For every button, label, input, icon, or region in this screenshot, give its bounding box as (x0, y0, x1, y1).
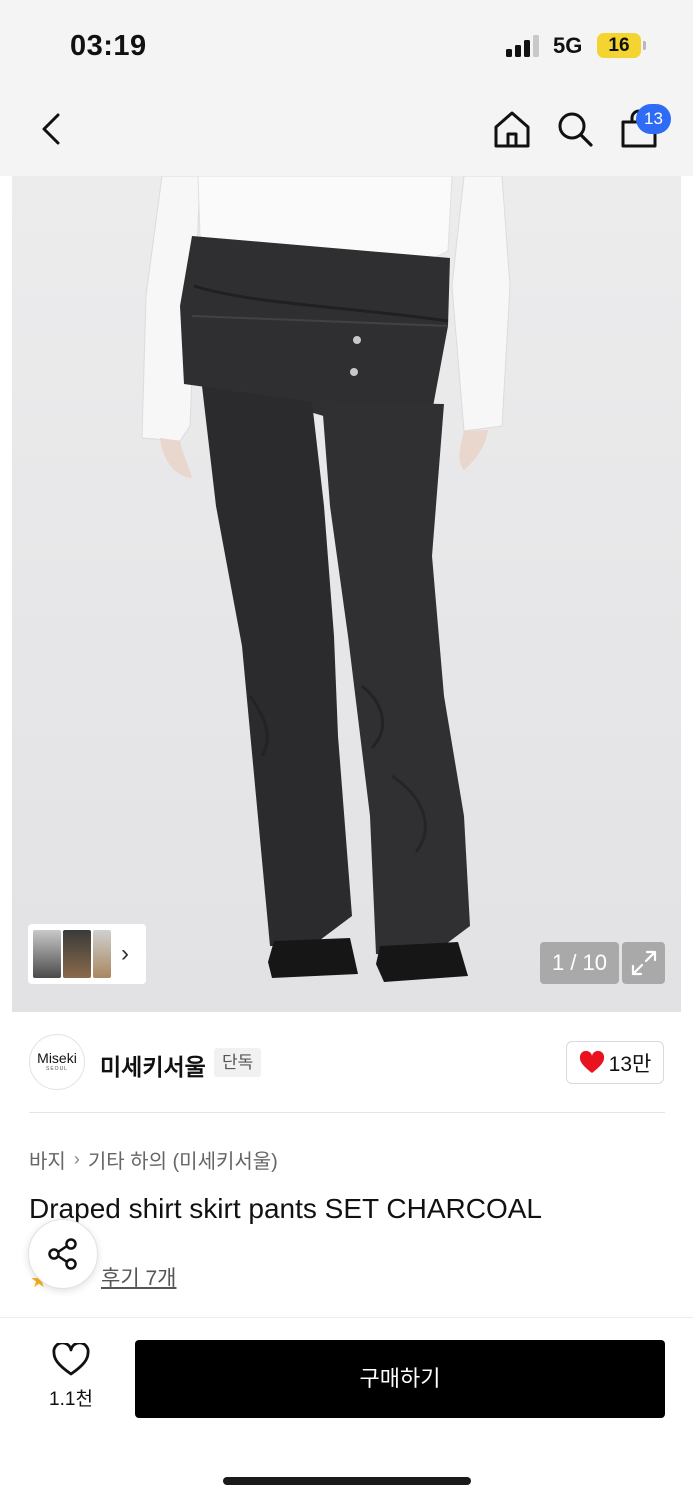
home-indicator[interactable] (223, 1477, 471, 1485)
thumbnail-image[interactable] (93, 930, 111, 978)
product-title: Draped shirt skirt pants SET CHARCOAL (29, 1193, 542, 1224)
search-icon (558, 112, 593, 147)
brand-logo-text: Miseki (37, 1050, 77, 1066)
brand-logo-subtext: SEOUL (46, 1066, 68, 1072)
brand-name[interactable]: 미세키서울 (100, 1048, 206, 1082)
search-button[interactable] (550, 104, 600, 154)
brand-like-button[interactable]: 13만 (566, 1041, 664, 1084)
top-nav (0, 92, 693, 176)
section-divider (29, 1112, 665, 1113)
share-button[interactable] (28, 1219, 98, 1289)
review-link[interactable]: 후기 7개 (101, 1262, 176, 1292)
chevron-left-icon (42, 113, 60, 145)
battery-icon: 16 (597, 33, 641, 58)
brand-row[interactable]: Miseki SEOUL 미세키서울 단독 13만 (0, 1012, 693, 1112)
chevron-right-icon: › (73, 1149, 80, 1169)
brand-like-count: 13만 (608, 1052, 652, 1076)
share-icon (48, 1238, 77, 1270)
wishlist-button[interactable]: 1.1천 (40, 1341, 102, 1415)
exclusive-badge: 단독 (214, 1048, 262, 1077)
thumbnail-strip[interactable]: › (28, 924, 146, 984)
network-type: 5G (553, 33, 583, 58)
home-icon (494, 111, 530, 148)
buy-button[interactable]: 구매하기 (135, 1340, 665, 1418)
status-time: 03:19 (70, 30, 147, 62)
brand-logo[interactable]: Miseki SEOUL (29, 1034, 85, 1090)
chevron-right-icon[interactable]: › (121, 930, 129, 978)
section-divider (0, 1317, 693, 1318)
thumbnail-image[interactable] (33, 930, 61, 978)
product-photo (141, 176, 511, 982)
breadcrumb-item[interactable]: 바지 (29, 1145, 66, 1174)
image-counter: 1 / 10 (540, 942, 619, 984)
thumbnail-image[interactable] (63, 930, 91, 978)
expand-icon (631, 950, 656, 976)
product-main-image[interactable] (12, 176, 681, 1012)
expand-button[interactable] (622, 942, 665, 984)
battery-tip (643, 41, 646, 50)
home-button[interactable] (487, 104, 537, 154)
status-bar: 03:19 5G 16 (0, 0, 693, 92)
heart-filled-icon (579, 1050, 604, 1073)
back-button[interactable] (26, 104, 76, 154)
wishlist-count: 1.1천 (49, 1389, 93, 1410)
breadcrumb-item[interactable]: 기타 하의 (미세키서울) (88, 1145, 278, 1174)
breadcrumb: 바지 › 기타 하의 (미세키서울) (29, 1145, 278, 1174)
cart-count-badge: 13 (636, 104, 671, 134)
heart-outline-icon (52, 1341, 90, 1376)
signal-icon (506, 35, 542, 57)
